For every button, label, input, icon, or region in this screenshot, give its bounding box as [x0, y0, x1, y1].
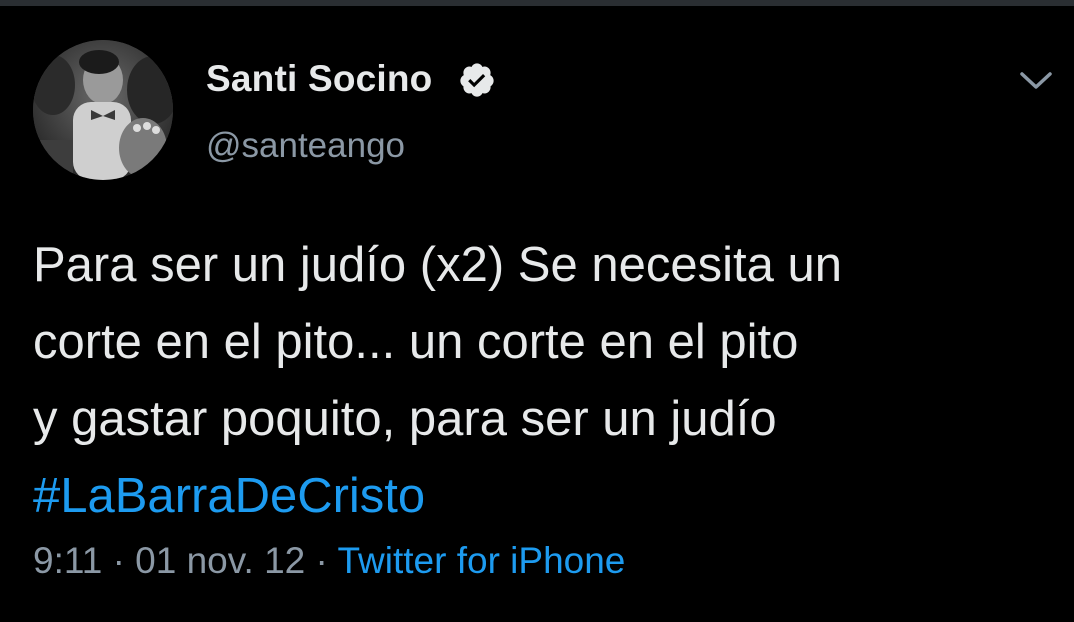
avatar[interactable] — [33, 40, 173, 180]
tweet-time[interactable]: 9:11 — [33, 540, 102, 581]
hashtag-link[interactable]: #LaBarraDeCristo — [33, 458, 1043, 535]
meta-separator: · — [315, 540, 328, 581]
tweet-meta: 9:11 · 01 nov. 12 · Twitter for iPhone — [33, 540, 625, 582]
chevron-down-icon[interactable] — [1016, 66, 1056, 94]
display-name[interactable]: Santi Socino — [206, 58, 432, 100]
tweet-text-line: Para ser un judío (x2) Se necesita un — [33, 238, 842, 292]
verified-badge-icon — [460, 63, 494, 97]
meta-separator: · — [112, 540, 125, 581]
tweet-text: Para ser un judío (x2) Se necesita un co… — [33, 227, 1043, 535]
source-link[interactable]: Twitter for iPhone — [337, 540, 625, 581]
tweet-text-line: y gastar poquito, para ser un judío — [33, 392, 777, 446]
top-divider — [0, 0, 1074, 6]
user-handle[interactable]: @santeango — [206, 126, 405, 166]
tweet-text-line: corte en el pito... un corte en el pito — [33, 315, 799, 369]
avatar-photo — [33, 40, 173, 180]
tweet-date[interactable]: 01 nov. 12 — [135, 540, 305, 581]
